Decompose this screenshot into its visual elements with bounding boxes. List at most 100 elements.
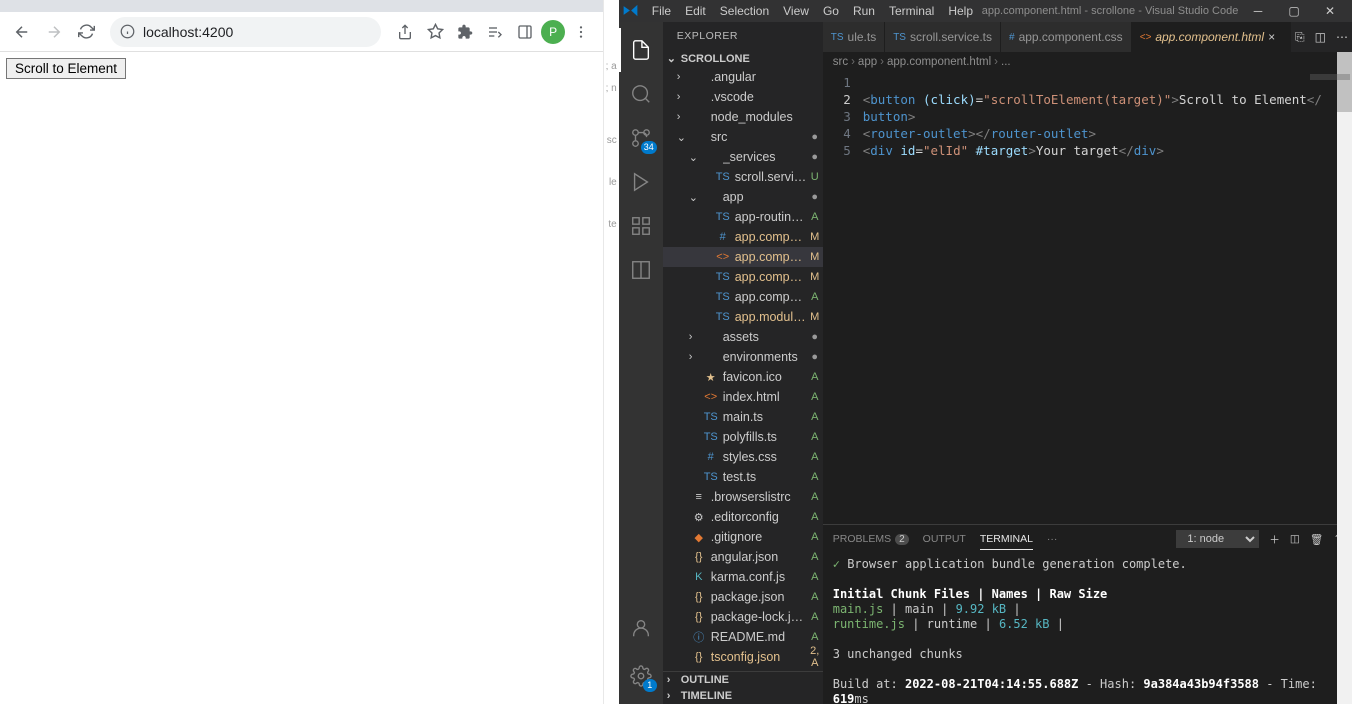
file-tsconfig-app-json[interactable]: {}tsconfig.app.jsonA (663, 667, 823, 671)
new-terminal-icon[interactable]: ＋ (1269, 532, 1280, 547)
file-package-lock-json[interactable]: {}package-lock.jsonA (663, 607, 823, 627)
vscode-window: FileEditSelectionViewGoRunTerminalHelp a… (619, 0, 1352, 704)
file-readme-md[interactable]: ⓘREADME.mdA (663, 627, 823, 647)
minimap[interactable] (1310, 74, 1350, 80)
search-icon[interactable] (619, 72, 663, 116)
more-tabs[interactable]: ··· (1047, 529, 1058, 549)
menu-selection[interactable]: Selection (713, 0, 776, 22)
file-package-json[interactable]: {}package.jsonA (663, 587, 823, 607)
timeline-section[interactable]: ›TIMELINE (663, 688, 823, 704)
file-main-ts[interactable]: TSmain.tsA (663, 407, 823, 427)
scroll-to-element-button[interactable]: Scroll to Element (6, 58, 126, 79)
layout-icon[interactable] (619, 248, 663, 292)
outline-section[interactable]: ›OUTLINE (663, 672, 823, 688)
sidebar: EXPLORER ⌄SCROLLONE ›.angular›.vscode›no… (663, 22, 823, 704)
file--angular[interactable]: ›.angular (663, 67, 823, 87)
code-content[interactable]: <button (click)="scrollToElement(target)… (863, 72, 1352, 524)
file-app-component-html[interactable]: <>app.component.htmlM (663, 247, 823, 267)
trash-icon[interactable]: 🗑 (1310, 533, 1323, 546)
file-styles-css[interactable]: #styles.cssA (663, 447, 823, 467)
maximize-button[interactable]: ▢ (1276, 0, 1312, 22)
terminal-output[interactable]: ✓ Browser application bundle generation … (823, 553, 1352, 704)
info-icon (120, 24, 135, 39)
terminal-tabs: PROBLEMS2 OUTPUT TERMINAL ··· 1: node ＋ … (823, 525, 1352, 553)
reload-button[interactable] (72, 18, 100, 46)
file--vscode[interactable]: ›.vscode (663, 87, 823, 107)
extensions-icon[interactable] (451, 18, 479, 46)
file-app-module-ts[interactable]: TSapp.module.tsM (663, 307, 823, 327)
compare-icon[interactable]: ⎘ (1295, 30, 1305, 45)
file-polyfills-ts[interactable]: TSpolyfills.tsA (663, 427, 823, 447)
minimize-button[interactable]: ─ (1240, 0, 1276, 22)
tab-bar: TSule.tsTSscroll.service.ts#app.componen… (823, 22, 1352, 52)
split-terminal-icon[interactable]: ◫ (1290, 533, 1300, 545)
profile-avatar[interactable]: P (541, 20, 565, 44)
terminal-tab[interactable]: TERMINAL (980, 529, 1033, 550)
partial-panel: ; a ; n sc le te (603, 0, 619, 704)
file-src[interactable]: ⌄src● (663, 127, 823, 147)
output-tab[interactable]: OUTPUT (923, 529, 966, 549)
file-assets[interactable]: ›assets● (663, 327, 823, 347)
file--gitignore[interactable]: ◆.gitignoreA (663, 527, 823, 547)
file-app-routing-module-ts[interactable]: TSapp-routing.module.tsA (663, 207, 823, 227)
file--editorconfig[interactable]: ⚙.editorconfigA (663, 507, 823, 527)
file-app[interactable]: ⌄app● (663, 187, 823, 207)
file-tsconfig-json[interactable]: {}tsconfig.json2, A (663, 647, 823, 667)
explorer-icon[interactable] (619, 28, 663, 72)
file-test-ts[interactable]: TStest.tsA (663, 467, 823, 487)
problems-tab[interactable]: PROBLEMS2 (833, 529, 909, 549)
menu-terminal[interactable]: Terminal (882, 0, 941, 22)
menu-help[interactable]: Help (941, 0, 980, 22)
tab-app-component-css[interactable]: #app.component.css (1001, 22, 1132, 52)
extensions-icon[interactable] (619, 204, 663, 248)
line-gutter: 1 2 3 4 5 (823, 72, 863, 524)
share-icon[interactable] (391, 18, 419, 46)
vscode-titlebar: FileEditSelectionViewGoRunTerminalHelp a… (619, 0, 1352, 22)
file-favicon-ico[interactable]: ★favicon.icoA (663, 367, 823, 387)
bookmark-icon[interactable] (421, 18, 449, 46)
file-karma-conf-js[interactable]: Kkarma.conf.jsA (663, 567, 823, 587)
forward-button[interactable] (40, 18, 68, 46)
browser-tab-strip (0, 0, 603, 12)
menu-view[interactable]: View (776, 0, 816, 22)
reading-list-icon[interactable] (481, 18, 509, 46)
file--services[interactable]: ⌄_services● (663, 147, 823, 167)
close-icon[interactable]: × (1268, 30, 1282, 44)
file-app-component-spec-ts[interactable]: TSapp.component.spec.tsA (663, 287, 823, 307)
menu-go[interactable]: Go (816, 0, 846, 22)
file-index-html[interactable]: <>index.htmlA (663, 387, 823, 407)
file-tree: ›.angular›.vscode›node_modules⌄src●⌄_ser… (663, 67, 823, 671)
url-text: localhost:4200 (143, 24, 233, 40)
file-angular-json[interactable]: {}angular.jsonA (663, 547, 823, 567)
file-app-component-ts[interactable]: TSapp.component.tsM (663, 267, 823, 287)
side-panel-icon[interactable] (511, 18, 539, 46)
terminal-panel: PROBLEMS2 OUTPUT TERMINAL ··· 1: node ＋ … (823, 524, 1352, 704)
code-editor[interactable]: 1 2 3 4 5 <button (click)="scrollToEleme… (823, 72, 1352, 524)
tab-scroll-service-ts[interactable]: TSscroll.service.ts (885, 22, 1001, 52)
account-icon[interactable] (619, 606, 663, 650)
editor-area: TSule.tsTSscroll.service.ts#app.componen… (823, 22, 1352, 704)
file-environments[interactable]: ›environments● (663, 347, 823, 367)
split-editor-icon[interactable]: ◫ (1315, 30, 1326, 44)
settings-icon[interactable]: 1 (619, 654, 663, 698)
tab-ule-ts[interactable]: TSule.ts (823, 22, 885, 52)
file-scroll-service-ts[interactable]: TSscroll.service.tsU (663, 167, 823, 187)
close-button[interactable]: ✕ (1312, 0, 1348, 22)
debug-icon[interactable] (619, 160, 663, 204)
window-title: app.component.html - scrollone - Visual … (980, 5, 1240, 17)
menu-file[interactable]: File (645, 0, 678, 22)
file--browserslistrc[interactable]: ≡.browserslistrcA (663, 487, 823, 507)
source-control-icon[interactable]: 34 (619, 116, 663, 160)
menu-edit[interactable]: Edit (678, 0, 713, 22)
more-icon[interactable]: ⋯ (1336, 30, 1348, 44)
back-button[interactable] (8, 18, 36, 46)
menu-run[interactable]: Run (846, 0, 882, 22)
menu-icon[interactable] (567, 18, 595, 46)
url-bar[interactable]: localhost:4200 (110, 17, 381, 47)
breadcrumb[interactable]: src›app›app.component.html›... (823, 52, 1352, 72)
project-root[interactable]: ⌄SCROLLONE (663, 50, 823, 67)
file-node-modules[interactable]: ›node_modules (663, 107, 823, 127)
tab-app-component-html[interactable]: <>app.component.html× (1132, 22, 1291, 52)
terminal-selector[interactable]: 1: node (1176, 530, 1259, 548)
file-app-component-css[interactable]: #app.component.cssM (663, 227, 823, 247)
